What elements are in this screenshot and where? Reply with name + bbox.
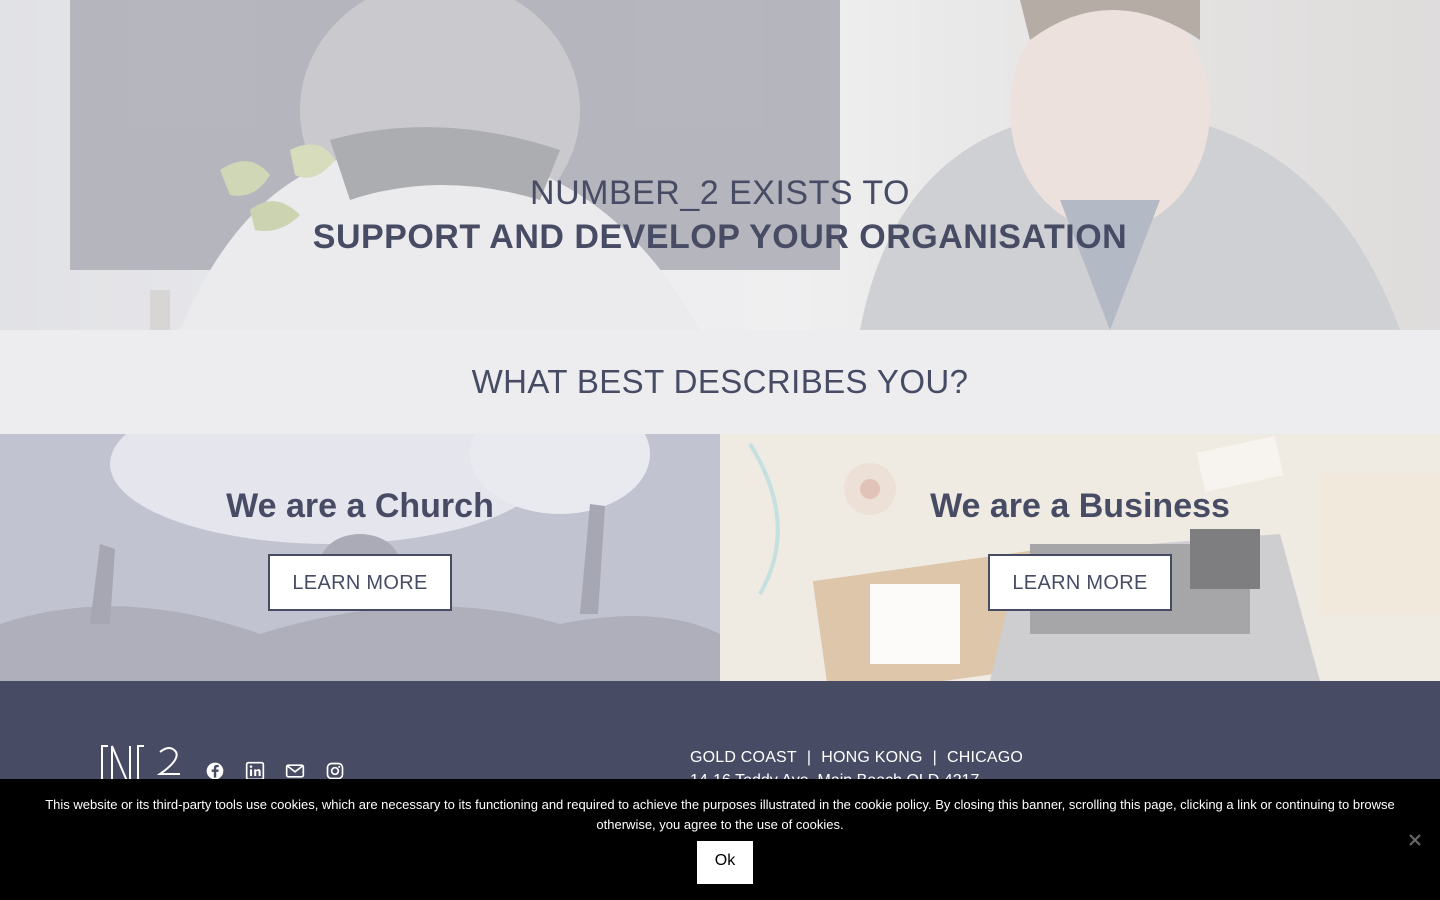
- business-title: We are a Business: [930, 487, 1230, 525]
- describes-title: WHAT BEST DESCRIBES YOU?: [471, 363, 969, 400]
- cookie-ok-button[interactable]: Ok: [697, 841, 753, 884]
- location-hong-kong: HONG KONG: [821, 749, 923, 766]
- hero-section: NUMBER_2 EXISTS TO SUPPORT AND DEVELOP Y…: [0, 0, 1440, 330]
- location-chicago: CHICAGO: [947, 749, 1024, 766]
- cookie-banner: This website or its third-party tools us…: [0, 779, 1440, 900]
- location-separator: |: [806, 749, 812, 766]
- cookie-notice-text: This website or its third-party tools us…: [45, 797, 1395, 832]
- close-icon[interactable]: [1406, 831, 1424, 849]
- location-separator: |: [932, 749, 937, 766]
- describes-section: WHAT BEST DESCRIBES YOU?: [0, 330, 1440, 434]
- business-card: We are a Business LEARN MORE: [720, 434, 1440, 681]
- church-card: We are a Church LEARN MORE: [0, 434, 720, 681]
- hero-line-1: NUMBER_2 EXISTS TO: [530, 174, 910, 212]
- business-content: We are a Business LEARN MORE: [720, 484, 1440, 611]
- hero-line-2: SUPPORT AND DEVELOP YOUR ORGANISATION: [312, 218, 1128, 256]
- business-learn-more-button[interactable]: LEARN MORE: [988, 554, 1172, 611]
- location-gold-coast: GOLD COAST: [690, 749, 797, 766]
- church-title: We are a Church: [226, 487, 494, 525]
- church-content: We are a Church LEARN MORE: [0, 484, 720, 611]
- hero-overlay: [0, 0, 1440, 330]
- office-locations: GOLD COAST | HONG KONG | CHICAGO: [690, 749, 1023, 767]
- church-learn-more-button[interactable]: LEARN MORE: [268, 554, 452, 611]
- hero-heading: NUMBER_2 EXISTS TO SUPPORT AND DEVELOP Y…: [0, 172, 1440, 260]
